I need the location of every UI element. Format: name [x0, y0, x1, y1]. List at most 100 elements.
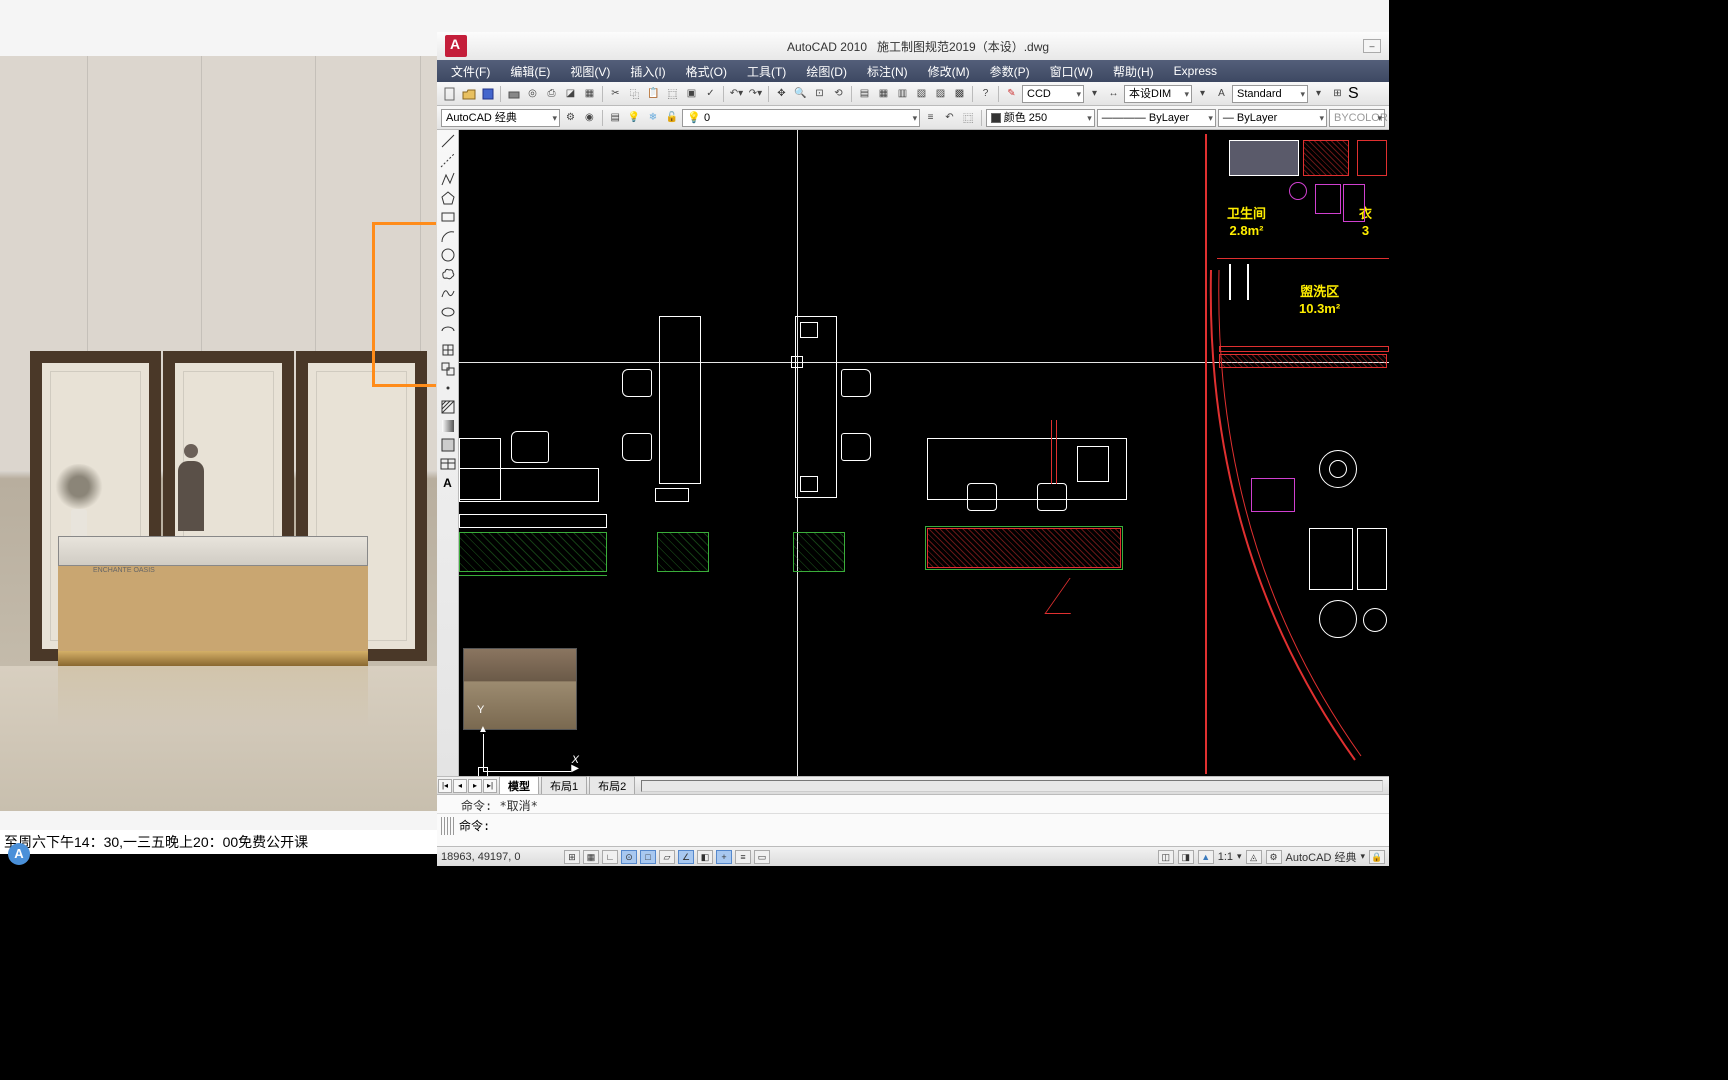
layers-toolbar[interactable]: AutoCAD 经典 ⚙ ◉ ▤ 💡 ❄ 🔓 💡 0 ≡ ↶ ⿴ 颜色 250 …	[437, 106, 1389, 130]
snap-button[interactable]: ⊞	[564, 850, 580, 864]
linetype-combo[interactable]: ———— ByLayer	[1097, 109, 1216, 127]
command-area[interactable]: 命令: *取消*	[437, 794, 1389, 846]
copy-icon[interactable]: ⿻	[626, 85, 643, 102]
menu-tools[interactable]: 工具(T)	[737, 61, 796, 82]
dropdown-icon[interactable]: ▾	[1086, 85, 1103, 102]
menu-file[interactable]: 文件(F)	[441, 61, 500, 82]
dropdown-icon[interactable]: ▾	[1310, 85, 1327, 102]
print-icon[interactable]	[505, 85, 522, 102]
layer-previous-icon[interactable]: ↶	[941, 109, 958, 126]
tab-last-button[interactable]: ▸|	[483, 779, 497, 793]
insert-icon[interactable]	[439, 341, 457, 359]
layer-lock-icon[interactable]: 🔓	[663, 109, 680, 126]
hatch-icon[interactable]	[439, 398, 457, 416]
arc-icon[interactable]	[439, 227, 457, 245]
mtext-icon[interactable]: A	[439, 474, 457, 492]
menu-format[interactable]: 格式(O)	[676, 61, 737, 82]
layer-state-icon[interactable]: ≡	[922, 109, 939, 126]
menu-draw[interactable]: 绘图(D)	[796, 61, 857, 82]
menu-window[interactable]: 窗口(W)	[1040, 61, 1103, 82]
tab-layout2[interactable]: 布局2	[589, 776, 635, 795]
save-icon[interactable]	[479, 85, 496, 102]
osnap-button[interactable]: □	[640, 850, 656, 864]
dimstyle2-combo[interactable]: 本设DIM 1	[1124, 85, 1192, 103]
menu-edit[interactable]: 编辑(E)	[500, 61, 560, 82]
designcenter-icon[interactable]: ▦	[875, 85, 892, 102]
print-preview-icon[interactable]: ◎	[524, 85, 541, 102]
polygon-icon[interactable]	[439, 189, 457, 207]
calc-icon[interactable]: ▩	[951, 85, 968, 102]
region-icon[interactable]	[439, 436, 457, 454]
zoom-previous-icon[interactable]: ⟲	[830, 85, 847, 102]
table-icon[interactable]	[439, 455, 457, 473]
dim-icon[interactable]: ↔	[1105, 85, 1122, 102]
annovisibility-button[interactable]: ◬	[1246, 850, 1262, 864]
textstyle-combo[interactable]: Standard	[1232, 85, 1308, 103]
paste-icon[interactable]: 📋	[645, 85, 662, 102]
quickview-button[interactable]: ◨	[1178, 850, 1194, 864]
zoom-realtime-icon[interactable]: 🔍	[792, 85, 809, 102]
horizontal-scrollbar[interactable]	[641, 780, 1383, 792]
layer-combo[interactable]: 💡 0	[682, 109, 920, 127]
open-icon[interactable]	[460, 85, 477, 102]
markup-icon[interactable]: ▨	[932, 85, 949, 102]
titlebar[interactable]: AutoCAD 2010 施工制图规范2019（本设）.dwg –	[437, 32, 1389, 60]
status-workspace[interactable]: AutoCAD 经典	[1286, 849, 1357, 865]
tab-first-button[interactable]: |◂	[438, 779, 452, 793]
statusbar[interactable]: 18963, 49197, 0 ⊞ ▦ ∟ ⊙ □ ▱ ∠ ◧ + ≡ ▭ ◫ …	[437, 846, 1389, 866]
line-icon[interactable]	[439, 132, 457, 150]
menu-help[interactable]: 帮助(H)	[1103, 61, 1164, 82]
menu-view[interactable]: 视图(V)	[560, 61, 620, 82]
circle-icon[interactable]	[439, 246, 457, 264]
model-button[interactable]: ◫	[1158, 850, 1174, 864]
block-icon[interactable]	[439, 360, 457, 378]
layer-freeze-icon[interactable]: ❄	[644, 109, 661, 126]
layer-match-icon[interactable]: ⿴	[960, 109, 977, 126]
annoscale-icon[interactable]: ▲	[1198, 850, 1214, 864]
ducs-button[interactable]: ◧	[697, 850, 713, 864]
menu-express[interactable]: Express	[1164, 62, 1227, 80]
spline-icon[interactable]	[439, 284, 457, 302]
dropdown-icon[interactable]: ▾	[1194, 85, 1211, 102]
sheetset-icon[interactable]: ▧	[913, 85, 930, 102]
layout-tabs[interactable]: |◂ ◂ ▸ ▸| 模型 布局1 布局2	[437, 776, 1389, 794]
block-icon[interactable]: ▣	[683, 85, 700, 102]
zoom-window-icon[interactable]: ⊡	[811, 85, 828, 102]
command-input[interactable]	[455, 816, 1385, 836]
menu-insert[interactable]: 插入(I)	[620, 61, 675, 82]
lock-button[interactable]: 🔒	[1369, 850, 1385, 864]
brush-icon[interactable]: ✎	[1003, 85, 1020, 102]
ellipse-arc-icon[interactable]	[439, 322, 457, 340]
annotation-scale[interactable]: 1:1	[1218, 851, 1233, 863]
undo-icon[interactable]: ↶▾	[728, 85, 745, 102]
menu-modify[interactable]: 修改(M)	[918, 61, 980, 82]
layer-bulb-icon[interactable]: 💡	[626, 109, 643, 126]
menubar[interactable]: 文件(F) 编辑(E) 视图(V) 插入(I) 格式(O) 工具(T) 绘图(D…	[437, 60, 1389, 82]
tab-next-button[interactable]: ▸	[468, 779, 482, 793]
tab-layout1[interactable]: 布局1	[541, 776, 587, 795]
polar-button[interactable]: ⊙	[621, 850, 637, 864]
textstyle-icon[interactable]: A	[1213, 85, 1230, 102]
revcloud-icon[interactable]	[439, 265, 457, 283]
point-icon[interactable]	[439, 379, 457, 397]
standard-toolbar[interactable]: ◎ ⎙ ◪ ▦ ✂ ⿻ 📋 ⿴ ▣ ✓ ↶▾ ↷▾ ✥ 🔍 ⊡ ⟲ ▤ ▦ ▥ …	[437, 82, 1389, 106]
qp-button[interactable]: ▭	[754, 850, 770, 864]
new-icon[interactable]	[441, 85, 458, 102]
polyline-icon[interactable]	[439, 170, 457, 188]
grid-button[interactable]: ▦	[583, 850, 599, 864]
menu-dimension[interactable]: 标注(N)	[857, 61, 918, 82]
check-icon[interactable]: ✓	[702, 85, 719, 102]
dimstyle1-combo[interactable]: CCD DIM	[1022, 85, 1084, 103]
layer-manager-icon[interactable]: ▤	[607, 109, 624, 126]
drawing-canvas[interactable]: 卫生间2.8m² 衣3 盥洗区10.3m²	[459, 130, 1389, 776]
draw-toolbar[interactable]: A	[437, 130, 459, 776]
workspace-save-icon[interactable]: ◉	[581, 109, 598, 126]
gradient-icon[interactable]	[439, 417, 457, 435]
properties-icon[interactable]: ▤	[856, 85, 873, 102]
lineweight-combo[interactable]: — ByLayer	[1218, 109, 1327, 127]
sheet-icon[interactable]: ▦	[581, 85, 598, 102]
match-icon[interactable]: ⿴	[664, 85, 681, 102]
3dosnap-button[interactable]: ▱	[659, 850, 675, 864]
xline-icon[interactable]	[439, 151, 457, 169]
redo-icon[interactable]: ↷▾	[747, 85, 764, 102]
